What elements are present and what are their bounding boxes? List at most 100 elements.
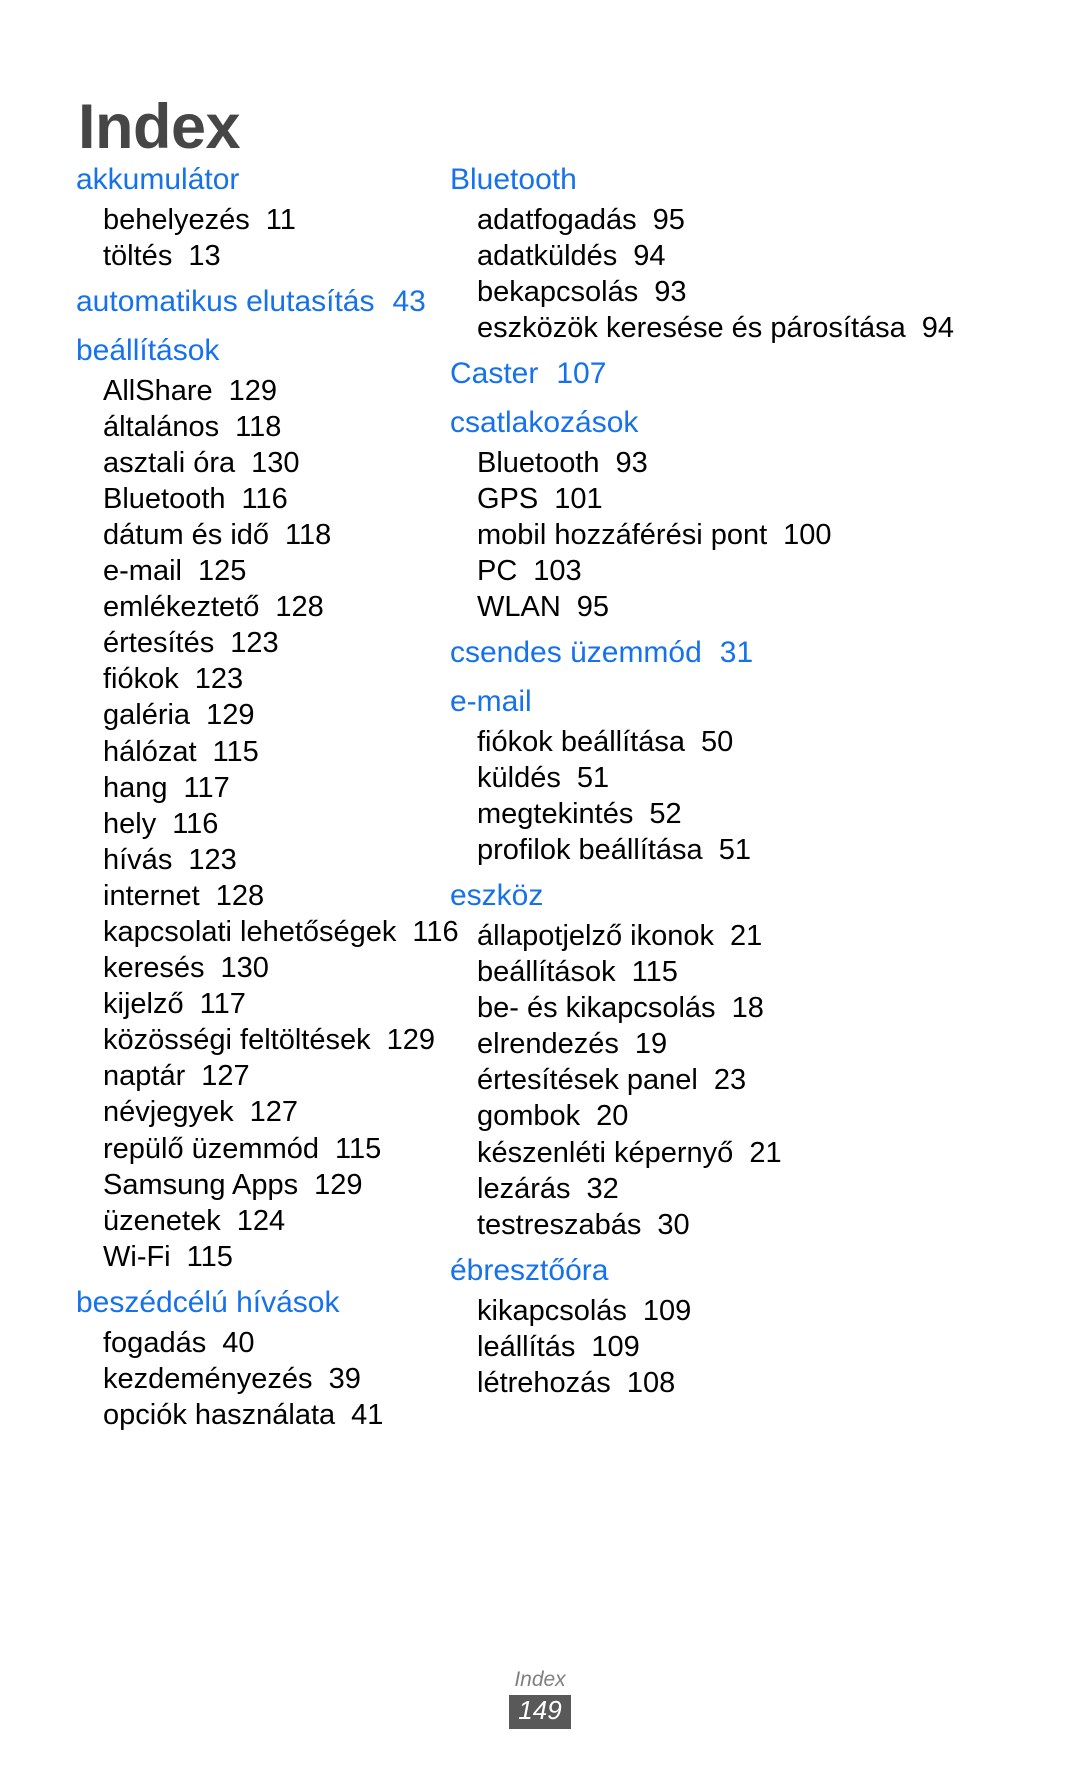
index-entry[interactable]: PC 103 bbox=[477, 553, 1030, 589]
index-entry[interactable]: Bluetooth 116 bbox=[103, 481, 430, 517]
index-entry-label: létrehozás bbox=[477, 1366, 611, 1399]
index-entry[interactable]: adatküldés 94 bbox=[477, 238, 1030, 274]
index-entry[interactable]: galéria 129 bbox=[103, 697, 430, 733]
index-entry[interactable]: bekapcsolás 93 bbox=[477, 274, 1030, 310]
index-group-heading[interactable]: eszköz bbox=[450, 876, 1030, 917]
index-entry[interactable]: kezdeményezés 39 bbox=[103, 1361, 430, 1397]
index-entry-label: hang bbox=[103, 771, 168, 804]
index-entry-page-number: 103 bbox=[533, 555, 582, 588]
index-group-heading[interactable]: Bluetooth bbox=[450, 160, 1030, 201]
index-entry[interactable]: adatfogadás 95 bbox=[477, 202, 1030, 238]
index-entry[interactable]: WLAN 95 bbox=[477, 589, 1030, 625]
index-entry-label: névjegyek bbox=[103, 1096, 234, 1129]
index-entry[interactable]: általános 118 bbox=[103, 409, 430, 445]
index-group-label: csatlakozások bbox=[450, 405, 639, 439]
index-entry[interactable]: Samsung Apps 129 bbox=[103, 1167, 430, 1203]
index-entry[interactable]: opciók használata 41 bbox=[103, 1397, 430, 1433]
index-group-heading[interactable]: akkumulátor bbox=[76, 160, 430, 201]
index-entry[interactable]: eszközök keresése és párosítása 94 bbox=[477, 310, 1030, 346]
index-entry[interactable]: testreszabás 30 bbox=[477, 1207, 1030, 1243]
index-entry[interactable]: emlékeztető 128 bbox=[103, 589, 430, 625]
index-entry[interactable]: hálózat 115 bbox=[103, 734, 430, 770]
index-entry[interactable]: asztali óra 130 bbox=[103, 445, 430, 481]
index-group-heading[interactable]: automatikus elutasítás 43 bbox=[76, 282, 430, 323]
index-sub-list: fogadás 40 kezdeményezés 39 opciók használat… bbox=[76, 1325, 430, 1433]
index-group-heading[interactable]: csatlakozások bbox=[450, 403, 1030, 444]
index-sub-list: adatfogadás 95 adatküldés 94 bekapcsolás 93 es… bbox=[450, 202, 1030, 346]
index-entry[interactable]: mobil hozzáférési pont 100 bbox=[477, 517, 1030, 553]
index-entry-label: Samsung Apps bbox=[103, 1168, 299, 1201]
index-entry-page-number: 129 bbox=[228, 374, 278, 407]
index-entry-label: be- és kikapcsolás bbox=[477, 992, 716, 1025]
index-entry-label: internet bbox=[103, 879, 200, 912]
index-entry[interactable]: hívás 123 bbox=[103, 842, 430, 878]
index-entry-label: küldés bbox=[477, 761, 561, 794]
index-column-right: Bluetooth adatfogadás 95 adatküldés 94 bekapc… bbox=[430, 160, 1030, 1409]
index-sub-list: behelyezés 11 töltés 13 bbox=[76, 202, 430, 274]
index-entry[interactable]: fiókok beállítása 50 bbox=[477, 724, 1030, 760]
index-entry-label: értesítés bbox=[103, 627, 215, 660]
index-entry-page-number: 41 bbox=[351, 1398, 384, 1431]
index-group-label: beszédcélú hívások bbox=[76, 1285, 340, 1319]
index-entry[interactable]: Wi-Fi 115 bbox=[103, 1239, 430, 1275]
index-group-heading[interactable]: beállítások bbox=[76, 331, 430, 372]
index-entry[interactable]: küldés 51 bbox=[477, 760, 1030, 796]
index-entry[interactable]: állapotjelző ikonok 21 bbox=[477, 918, 1030, 954]
index-group-heading[interactable]: beszédcélú hívások bbox=[76, 1283, 430, 1324]
index-entry-page-number: 51 bbox=[718, 834, 751, 867]
index-group-heading[interactable]: Caster 107 bbox=[450, 354, 1030, 395]
index-entry[interactable]: elrendezés 19 bbox=[477, 1026, 1030, 1062]
index-entry[interactable]: fiókok 123 bbox=[103, 661, 430, 697]
index-entry-page-number: 128 bbox=[275, 591, 324, 624]
index-entry[interactable]: lezárás 32 bbox=[477, 1171, 1030, 1207]
index-entry[interactable]: közösségi feltöltések 129 bbox=[103, 1022, 435, 1058]
index-entry[interactable]: értesítések panel 23 bbox=[477, 1062, 1030, 1098]
index-columns: akkumulátor behelyezés 11 töltés 13 automatik… bbox=[0, 160, 1080, 1441]
index-entry-label: asztali óra bbox=[103, 446, 236, 479]
index-group: e-mail fiókok beállítása 50 küldés 51 megteki… bbox=[450, 682, 1030, 868]
index-entry-page-number: 115 bbox=[631, 956, 678, 989]
index-entry-label: naptár bbox=[103, 1060, 186, 1093]
index-entry[interactable]: leállítás 109 bbox=[477, 1329, 1030, 1365]
index-entry[interactable]: profilok beállítása 51 bbox=[477, 832, 1030, 868]
index-group-heading[interactable]: csendes üzemmód 31 bbox=[450, 633, 1030, 674]
index-entry[interactable]: kapcsolati lehetőségek 116 bbox=[103, 914, 459, 950]
index-entry[interactable]: üzenetek 124 bbox=[103, 1203, 430, 1239]
index-entry[interactable]: hely 116 bbox=[103, 806, 430, 842]
index-entry[interactable]: értesítés 123 bbox=[103, 625, 430, 661]
index-entry-page-number: 129 bbox=[314, 1168, 363, 1201]
index-entry[interactable]: repülő üzemmód 115 bbox=[103, 1131, 430, 1167]
index-entry[interactable]: e-mail 125 bbox=[103, 553, 430, 589]
index-entry-page-number: 13 bbox=[188, 239, 221, 272]
index-entry[interactable]: készenléti képernyő 21 bbox=[477, 1135, 1030, 1171]
index-entry[interactable]: naptár 127 bbox=[103, 1058, 430, 1094]
index-entry[interactable]: AllShare 129 bbox=[103, 373, 430, 409]
index-entry[interactable]: fogadás 40 bbox=[103, 1325, 430, 1361]
index-entry[interactable]: megtekintés 52 bbox=[477, 796, 1030, 832]
index-group: Bluetooth adatfogadás 95 adatküldés 94 bekapc… bbox=[450, 160, 1030, 346]
index-entry[interactable]: be- és kikapcsolás 18 bbox=[477, 990, 1030, 1026]
index-entry[interactable]: beállítások 115 bbox=[477, 954, 1030, 990]
index-entry[interactable]: hang 117 bbox=[103, 770, 430, 806]
index-entry-page-number: 115 bbox=[212, 735, 259, 768]
index-entry[interactable]: töltés 13 bbox=[103, 238, 430, 274]
index-group-heading[interactable]: e-mail bbox=[450, 682, 1030, 723]
index-entry[interactable]: behelyezés 11 bbox=[103, 202, 430, 238]
index-group-label: akkumulátor bbox=[76, 163, 240, 196]
index-entry[interactable]: névjegyek 127 bbox=[103, 1094, 430, 1130]
index-entry[interactable]: gombok 20 bbox=[477, 1098, 1030, 1134]
index-entry[interactable]: dátum és idő 118 bbox=[103, 517, 430, 553]
index-entry-label: leállítás bbox=[477, 1330, 576, 1363]
index-entry[interactable]: GPS 101 bbox=[477, 481, 1030, 517]
index-entry[interactable]: keresés 130 bbox=[103, 950, 430, 986]
index-entry-label: galéria bbox=[103, 699, 191, 732]
index-entry-label: hívás bbox=[103, 843, 173, 876]
index-entry[interactable]: internet 128 bbox=[103, 878, 430, 914]
index-entry[interactable]: Bluetooth 93 bbox=[477, 445, 1030, 481]
index-entry-label: bekapcsolás bbox=[477, 275, 639, 308]
index-entry[interactable]: kijelző 117 bbox=[103, 986, 430, 1022]
index-entry[interactable]: létrehozás 108 bbox=[477, 1365, 1030, 1401]
index-entry[interactable]: kikapcsolás 109 bbox=[477, 1293, 1030, 1329]
index-entry-page-number: 118 bbox=[285, 518, 332, 551]
index-group-heading[interactable]: ébresztőóra bbox=[450, 1251, 1030, 1292]
